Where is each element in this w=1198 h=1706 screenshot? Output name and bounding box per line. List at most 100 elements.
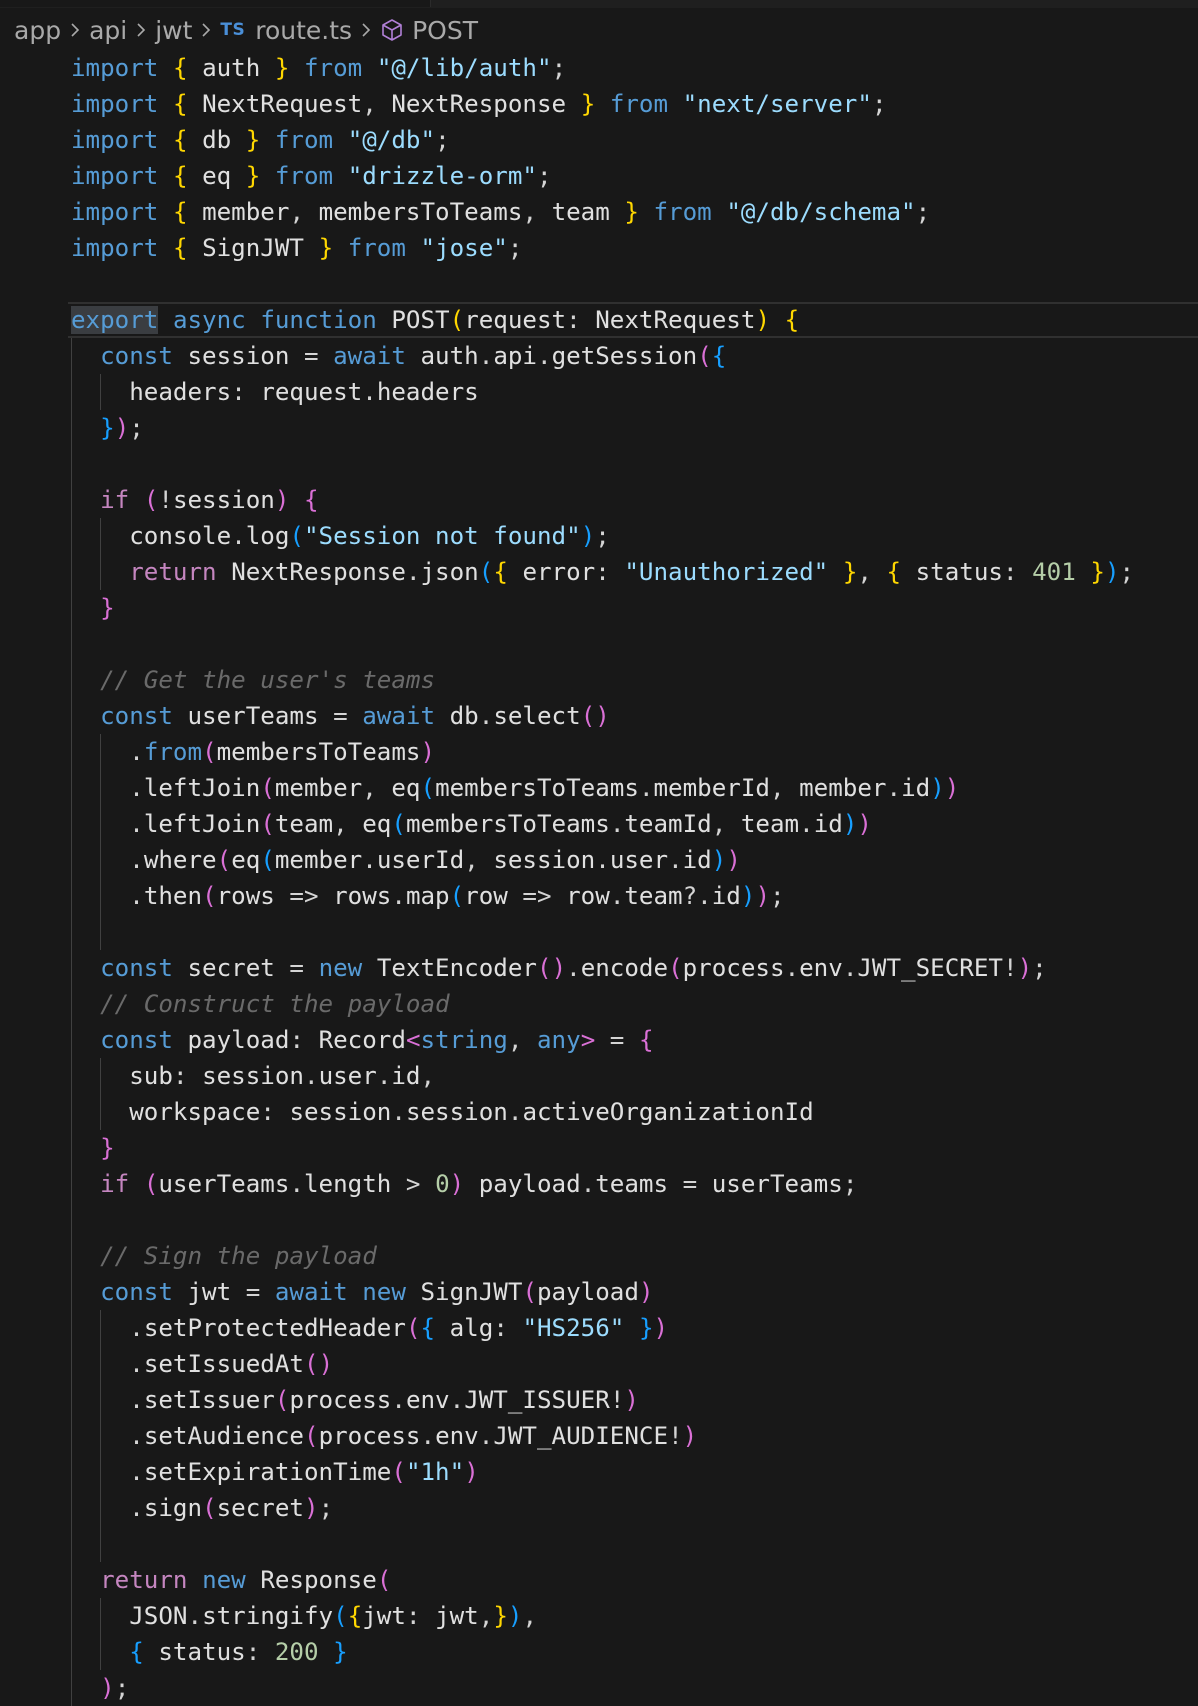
- code-line-text: if (!session) {: [100, 486, 319, 514]
- code-line[interactable]: import { SignJWT } from "jose";: [0, 230, 1198, 266]
- breadcrumb-item-jwt[interactable]: jwt: [155, 16, 192, 45]
- code-line-text: // Construct the payload: [100, 990, 450, 1018]
- code-line[interactable]: });: [0, 410, 1198, 446]
- code-line[interactable]: sub: session.user.id,: [0, 1058, 1198, 1094]
- code-line[interactable]: .setIssuedAt(): [0, 1346, 1198, 1382]
- code-line-text: .setExpirationTime("1h"): [71, 1458, 479, 1486]
- code-line-text: import { auth } from "@/lib/auth";: [71, 54, 567, 82]
- active-tab-strip[interactable]: [0, 0, 431, 7]
- code-line[interactable]: [0, 1526, 1198, 1562]
- code-line-text: const session = await auth.api.getSessio…: [100, 342, 727, 370]
- code-line-text: import { SignJWT } from "jose";: [71, 234, 523, 262]
- code-line[interactable]: [0, 266, 1198, 302]
- cube-icon: [380, 18, 404, 42]
- code-line-text: const jwt = await new SignJWT(payload): [100, 1278, 654, 1306]
- code-line-text: .sign(secret);: [71, 1494, 334, 1522]
- code-line-text: workspace: session.session.activeOrganiz…: [129, 1098, 814, 1126]
- code-line-text: .leftJoin(member, eq(membersToTeams.memb…: [71, 774, 960, 802]
- indent-guide: [100, 1598, 102, 1670]
- code-line[interactable]: const secret = new TextEncoder().encode(…: [0, 950, 1198, 986]
- code-line[interactable]: .sign(secret);: [0, 1490, 1198, 1526]
- code-line-text: headers: request.headers: [129, 378, 479, 406]
- code-line[interactable]: .then(rows => rows.map(row => row.team?.…: [0, 878, 1198, 914]
- code-line[interactable]: import { NextRequest, NextResponse } fro…: [0, 86, 1198, 122]
- code-line[interactable]: import { db } from "@/db";: [0, 122, 1198, 158]
- code-line-text: const payload: Record<string, any> = {: [100, 1026, 654, 1054]
- code-line-text: import { member, membersToTeams, team } …: [71, 198, 931, 226]
- code-line[interactable]: const payload: Record<string, any> = {: [0, 1022, 1198, 1058]
- code-line[interactable]: workspace: session.session.activeOrganiz…: [0, 1094, 1198, 1130]
- code-line[interactable]: // Sign the payload: [0, 1238, 1198, 1274]
- code-line-text: .then(rows => rows.map(row => row.team?.…: [71, 882, 785, 910]
- code-line[interactable]: export async function POST(request: Next…: [68, 302, 1198, 338]
- code-line-text: });: [100, 414, 144, 442]
- code-line-text: export async function POST(request: Next…: [71, 306, 800, 334]
- code-line[interactable]: console.log("Session not found");: [0, 518, 1198, 554]
- code-line-text: if (userTeams.length > 0) payload.teams …: [100, 1170, 858, 1198]
- code-line-text: .setProtectedHeader({ alg: "HS256" }): [71, 1314, 669, 1342]
- code-line-text: .setAudience(process.env.JWT_AUDIENCE!): [71, 1422, 698, 1450]
- typescript-file-icon: TS: [220, 20, 246, 40]
- code-line-text: import { eq } from "drizzle-orm";: [71, 162, 552, 190]
- code-line[interactable]: import { member, membersToTeams, team } …: [0, 194, 1198, 230]
- code-line[interactable]: .from(membersToTeams): [0, 734, 1198, 770]
- indent-guide: [100, 374, 102, 410]
- code-line[interactable]: .setAudience(process.env.JWT_AUDIENCE!): [0, 1418, 1198, 1454]
- code-line-text: const userTeams = await db.select(): [100, 702, 610, 730]
- code-line-text: .leftJoin(team, eq(membersToTeams.teamId…: [71, 810, 872, 838]
- code-line[interactable]: import { eq } from "drizzle-orm";: [0, 158, 1198, 194]
- editor-tab-bar: [0, 0, 1198, 8]
- code-line[interactable]: // Construct the payload: [0, 986, 1198, 1022]
- code-line[interactable]: if (!session) {: [0, 482, 1198, 518]
- code-line[interactable]: // Get the user's teams: [0, 662, 1198, 698]
- indent-guide: [100, 1310, 102, 1562]
- code-line-text: // Get the user's teams: [100, 666, 436, 694]
- code-line[interactable]: import { auth } from "@/lib/auth";: [0, 50, 1198, 86]
- breadcrumb-item-app[interactable]: app: [14, 16, 61, 45]
- code-line[interactable]: return NextResponse.json({ error: "Unaut…: [0, 554, 1198, 590]
- code-line-text: return new Response(: [100, 1566, 392, 1594]
- code-line-text: }: [100, 1134, 115, 1162]
- code-line[interactable]: .setIssuer(process.env.JWT_ISSUER!): [0, 1382, 1198, 1418]
- code-line[interactable]: .setExpirationTime("1h"): [0, 1454, 1198, 1490]
- code-line-text: const secret = new TextEncoder().encode(…: [100, 954, 1047, 982]
- indent-guide: [100, 518, 102, 590]
- code-line[interactable]: }: [0, 1130, 1198, 1166]
- code-line[interactable]: { status: 200 }: [0, 1634, 1198, 1670]
- code-line[interactable]: const session = await auth.api.getSessio…: [0, 338, 1198, 374]
- code-line-text: import { db } from "@/db";: [71, 126, 450, 154]
- code-line[interactable]: .setProtectedHeader({ alg: "HS256" }): [0, 1310, 1198, 1346]
- code-line-text: .setIssuer(process.env.JWT_ISSUER!): [71, 1386, 639, 1414]
- code-line[interactable]: [0, 1202, 1198, 1238]
- code-line-text: { status: 200 }: [129, 1638, 348, 1666]
- code-line[interactable]: }: [0, 590, 1198, 626]
- code-editor[interactable]: import { auth } from "@/lib/auth"; import…: [0, 50, 1198, 1706]
- chevron-right-icon: [360, 21, 372, 39]
- code-line[interactable]: const jwt = await new SignJWT(payload): [0, 1274, 1198, 1310]
- indent-guide: [100, 1058, 102, 1130]
- breadcrumb-item-file[interactable]: route.ts: [255, 16, 352, 45]
- code-line-text: // Sign the payload: [100, 1242, 377, 1270]
- code-line[interactable]: .leftJoin(member, eq(membersToTeams.memb…: [0, 770, 1198, 806]
- code-line[interactable]: [0, 626, 1198, 662]
- code-line-text: .from(membersToTeams): [71, 738, 436, 766]
- indent-guide: [71, 338, 72, 1706]
- code-line[interactable]: );: [0, 1670, 1198, 1706]
- code-line[interactable]: headers: request.headers: [0, 374, 1198, 410]
- code-line[interactable]: [0, 914, 1198, 950]
- code-line-text: }: [100, 594, 115, 622]
- chevron-right-icon: [135, 21, 147, 39]
- code-line-text: console.log("Session not found");: [129, 522, 610, 550]
- breadcrumb: app api jwt TS route.ts POST: [14, 10, 478, 50]
- code-line[interactable]: .where(eq(member.userId, session.user.id…: [0, 842, 1198, 878]
- code-line[interactable]: const userTeams = await db.select(): [0, 698, 1198, 734]
- code-line[interactable]: .leftJoin(team, eq(membersToTeams.teamId…: [0, 806, 1198, 842]
- code-line-text: );: [100, 1674, 130, 1702]
- code-line[interactable]: [0, 446, 1198, 482]
- code-line-text: sub: session.user.id,: [129, 1062, 436, 1090]
- code-line[interactable]: JSON.stringify({jwt: jwt,}),: [0, 1598, 1198, 1634]
- code-line[interactable]: return new Response(: [0, 1562, 1198, 1598]
- breadcrumb-item-api[interactable]: api: [89, 16, 127, 45]
- breadcrumb-item-symbol[interactable]: POST: [412, 16, 478, 45]
- code-line[interactable]: if (userTeams.length > 0) payload.teams …: [0, 1166, 1198, 1202]
